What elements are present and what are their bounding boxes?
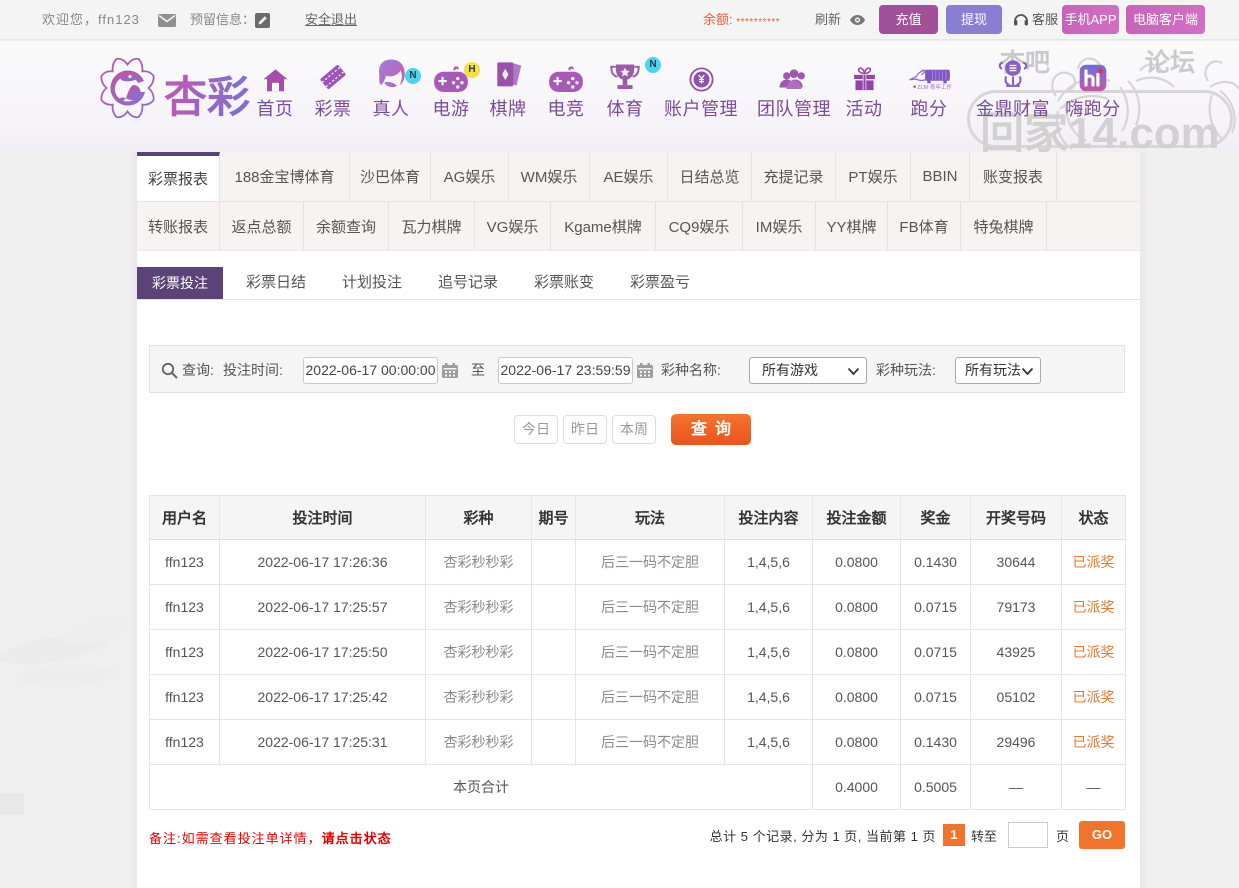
svg-text:ZLM·青年工作室: ZLM·青年工作室 (917, 83, 951, 91)
svg-text:论坛: 论坛 (1145, 49, 1195, 77)
